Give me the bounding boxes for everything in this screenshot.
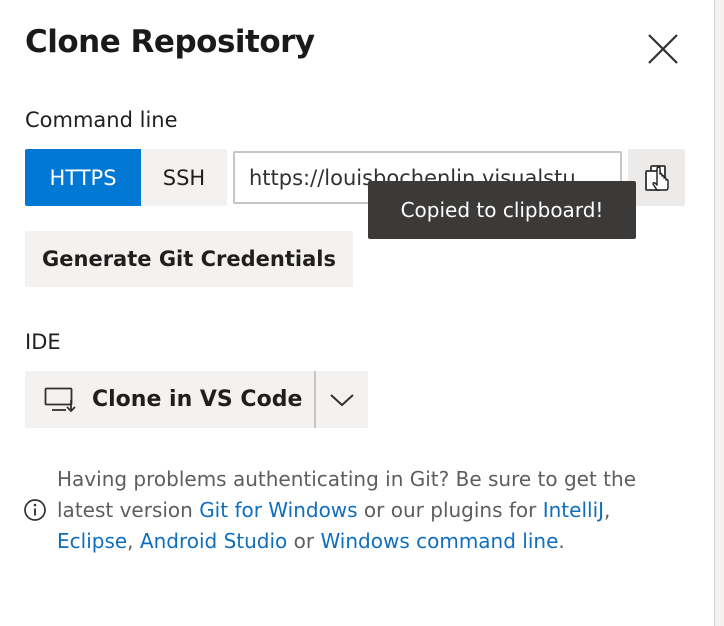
clone-in-vs-code-button[interactable]: Clone in VS Code bbox=[25, 371, 314, 428]
info-text-part: , bbox=[127, 529, 140, 553]
panel-scroll-edge bbox=[714, 0, 724, 626]
https-toggle-button[interactable]: HTTPS bbox=[25, 149, 141, 206]
eclipse-link[interactable]: Eclipse bbox=[57, 529, 127, 553]
ide-label: IDE bbox=[25, 330, 61, 354]
ssh-toggle-button[interactable]: SSH bbox=[141, 149, 227, 206]
info-text-part: , bbox=[604, 498, 611, 522]
intellij-link[interactable]: IntelliJ bbox=[543, 498, 604, 522]
ide-options-dropdown-button[interactable] bbox=[316, 371, 368, 428]
clone-in-vs-code-label: Clone in VS Code bbox=[92, 387, 303, 412]
info-icon bbox=[24, 499, 46, 521]
copied-tooltip: Copied to clipboard! bbox=[368, 181, 636, 239]
close-icon bbox=[648, 34, 678, 64]
vs-code-clone-icon bbox=[44, 387, 76, 413]
git-help-message: Having problems authenticating in Git? B… bbox=[57, 464, 677, 557]
dialog-title: Clone Repository bbox=[25, 24, 315, 60]
clone-repository-panel: Clone Repository Command line HTTPS SSH … bbox=[0, 0, 714, 626]
generate-git-credentials-button[interactable]: Generate Git Credentials bbox=[25, 231, 353, 287]
android-studio-link[interactable]: Android Studio bbox=[140, 529, 287, 553]
chevron-down-icon bbox=[330, 393, 354, 406]
git-for-windows-link[interactable]: Git for Windows bbox=[199, 498, 357, 522]
info-text-part: or bbox=[287, 529, 321, 553]
info-text-part: . bbox=[558, 529, 565, 553]
info-text-part: or our plugins for bbox=[357, 498, 543, 522]
copy-url-button[interactable] bbox=[628, 149, 685, 206]
windows-command-line-link[interactable]: Windows command line bbox=[320, 529, 558, 553]
command-line-label: Command line bbox=[25, 108, 178, 132]
close-button[interactable] bbox=[640, 26, 686, 72]
copy-icon bbox=[644, 164, 669, 191]
